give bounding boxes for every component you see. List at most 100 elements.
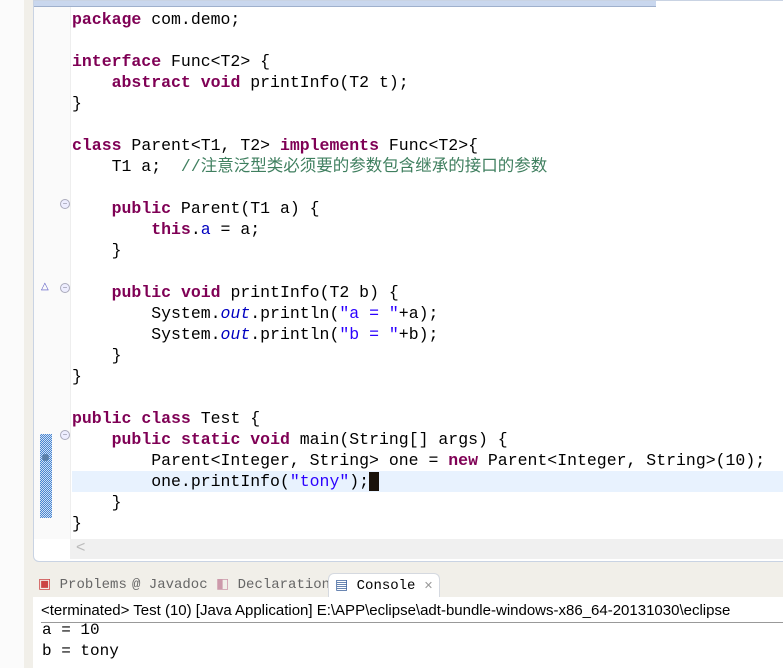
problems-icon: ▣ (38, 577, 52, 593)
code-token: +a); (398, 304, 439, 323)
code-line[interactable]: class Parent<T1, T2> implements Func<T2>… (72, 135, 783, 156)
code-editor[interactable]: − − − △ package com.demo; interface Func… (33, 0, 783, 562)
code-line[interactable]: } (72, 93, 783, 114)
code-line[interactable]: } (72, 492, 783, 513)
code-line[interactable]: interface Func<T2> { (72, 51, 783, 72)
code-line[interactable] (72, 30, 783, 51)
console-icon: ▤ (335, 578, 349, 594)
code-token: //注意泛型类必须要的参数包含继承的接口的参数 (180, 157, 548, 176)
code-token: new (448, 451, 478, 470)
tab-label: Console (356, 578, 416, 594)
code-line[interactable]: package com.demo; (72, 9, 783, 30)
code-line[interactable]: abstract void printInfo(T2 t); (72, 72, 783, 93)
code-token: ); (349, 472, 370, 491)
code-line[interactable] (72, 177, 783, 198)
fold-toggle-icon[interactable]: − (60, 283, 70, 293)
code-token: main(String[] args) { (289, 430, 508, 449)
code-token: class (72, 136, 122, 155)
code-line[interactable] (72, 114, 783, 135)
tab-label: Problems (59, 577, 127, 593)
console-header: <terminated> Test (10) [Java Application… (41, 600, 783, 623)
code-line[interactable]: this.a = a; (72, 219, 783, 240)
bottom-panel-tabs: ▣ Problems @ Javadoc ◧ Declaration ▤ Con… (33, 573, 783, 598)
override-triangle-icon[interactable]: △ (41, 281, 49, 292)
code-line[interactable]: one.printInfo("tony"); (72, 471, 783, 492)
code-token: public (72, 409, 132, 428)
console-output-line: a = 10 (42, 621, 100, 639)
code-token: public (111, 430, 172, 449)
tab-console[interactable]: ▤ Console ✕ (328, 573, 441, 598)
code-token: package (72, 10, 142, 29)
code-token: Func<T2>{ (378, 136, 479, 155)
code-token: one.printInfo( (72, 472, 290, 491)
code-token: "a = " (339, 304, 399, 323)
code-text[interactable]: package com.demo; interface Func<T2> { a… (72, 9, 783, 534)
code-token: } (72, 346, 122, 365)
code-token: public (111, 199, 172, 218)
code-line[interactable]: } (72, 513, 783, 534)
close-icon[interactable]: ✕ (424, 581, 433, 593)
text-caret (369, 472, 380, 492)
code-line[interactable]: T1 a; //注意泛型类必须要的参数包含继承的接口的参数 (72, 156, 783, 177)
code-token: this (151, 220, 191, 239)
tab-declaration[interactable]: ◧ Declaration (216, 573, 330, 597)
tab-problems[interactable]: ▣ Problems (38, 573, 127, 597)
code-token: a (200, 220, 211, 239)
bookmark-dot-icon[interactable] (42, 454, 49, 461)
code-line[interactable]: public void printInfo(T2 b) { (72, 282, 783, 303)
tab-javadoc[interactable]: @ Javadoc (132, 573, 208, 597)
code-token: Parent<T1, T2> (121, 136, 280, 155)
editor-tab-bar (34, 1, 656, 7)
code-token: "b = " (339, 325, 399, 344)
code-token: Parent(T1 a) { (171, 199, 320, 218)
code-token: com.demo; (141, 10, 241, 29)
code-token: public (111, 283, 172, 302)
code-token: Test { (190, 409, 261, 428)
editor-gutter[interactable] (34, 7, 71, 539)
code-line[interactable]: System.out.println("a = "+a); (72, 303, 783, 324)
code-token: System. (72, 304, 221, 323)
fold-toggle-icon[interactable]: − (60, 430, 70, 440)
scroll-left-icon[interactable]: < (76, 539, 85, 557)
console-view[interactable]: <terminated> Test (10) [Java Application… (33, 597, 783, 668)
code-token: .println( (250, 325, 340, 344)
tab-label: Declaration (237, 577, 331, 593)
code-line[interactable]: public Parent(T1 a) { (72, 198, 783, 219)
code-line[interactable]: } (72, 345, 783, 366)
code-token: void (250, 430, 290, 449)
code-token: .println( (250, 304, 340, 323)
code-line[interactable]: } (72, 240, 783, 261)
code-line[interactable]: public static void main(String[] args) { (72, 429, 783, 450)
code-line[interactable]: public class Test { (72, 408, 783, 429)
fold-toggle-icon[interactable]: − (60, 199, 70, 209)
code-token: } (72, 94, 82, 113)
horizontal-scrollbar[interactable]: < (70, 539, 783, 559)
code-token: Parent<Integer, String> one = (72, 451, 449, 470)
code-token: static (180, 430, 241, 449)
code-line[interactable]: } (72, 366, 783, 387)
occurrence-marker (40, 434, 52, 518)
code-token: implements (279, 136, 379, 155)
code-token: } (72, 514, 82, 533)
declaration-icon: ◧ (216, 577, 230, 593)
code-token: "tony" (289, 472, 350, 491)
code-line[interactable]: Parent<Integer, String> one = new Parent… (72, 450, 783, 471)
code-line[interactable] (72, 387, 783, 408)
code-token: Func<T2> { (161, 52, 271, 71)
code-line[interactable] (72, 261, 783, 282)
code-token: void (180, 283, 221, 302)
code-token: out (220, 325, 251, 344)
code-token: } (72, 367, 82, 386)
code-line[interactable]: System.out.println("b = "+b); (72, 324, 783, 345)
code-token: +b); (398, 325, 439, 344)
console-output-line: b = tony (42, 642, 119, 660)
